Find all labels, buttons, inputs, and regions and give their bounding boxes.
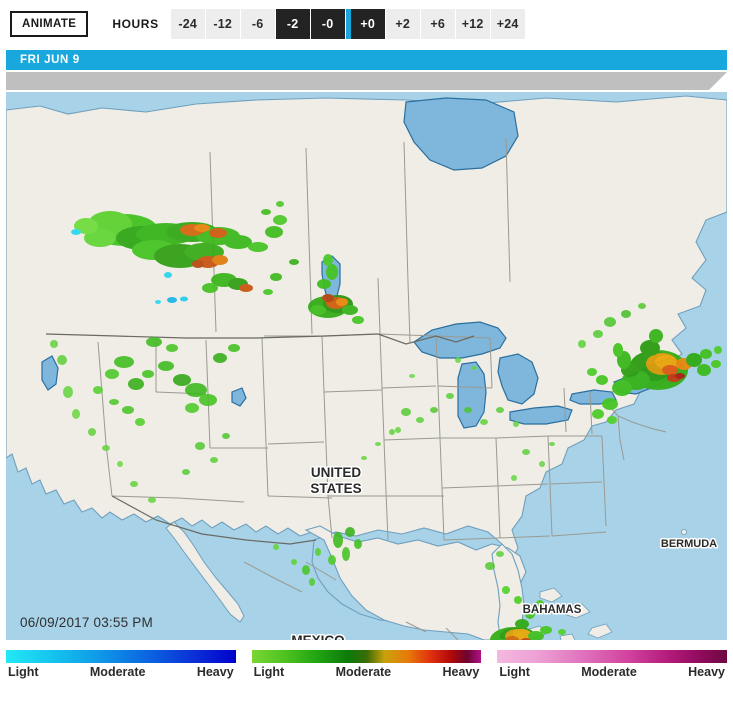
map-svg: UNITED STATES MEXICO BERMUDA BAHAMAS CUB… [6, 92, 727, 640]
legend-rain: Light Moderate Heavy [251, 650, 482, 679]
timeline-playhead-marker[interactable] [709, 72, 727, 90]
label-bermuda: BERMUDA [661, 538, 717, 550]
legend-snow-heavy: Heavy [196, 665, 234, 679]
hour-button-plus-24[interactable]: +24 [490, 9, 526, 39]
legend-rain-moderate: Moderate [335, 665, 392, 679]
legend-rain-gradient [251, 650, 482, 663]
legend-rain-light: Light [253, 665, 285, 679]
date-banner-text: FRI JUN 9 [20, 54, 80, 66]
radar-toolbar: ANIMATE HOURS -24 -12 -6 -2 -0 +0 +2 +6 … [0, 0, 733, 48]
label-united: UNITED [311, 465, 362, 480]
legend-mix: Light Moderate Heavy [497, 650, 728, 679]
legend-rain-heavy: Heavy [442, 665, 480, 679]
hour-button-minus-24[interactable]: -24 [170, 9, 206, 39]
legend-mix-labels: Light Moderate Heavy [497, 665, 727, 679]
radar-map-canvas[interactable]: UNITED STATES MEXICO BERMUDA BAHAMAS CUB… [6, 92, 727, 640]
legend-snow-moderate: Moderate [89, 665, 146, 679]
hour-button-plus-0[interactable]: +0 [350, 9, 386, 39]
label-bahamas: BAHAMAS [523, 604, 582, 616]
radar-map-app: ANIMATE HOURS -24 -12 -6 -2 -0 +0 +2 +6 … [0, 0, 733, 701]
hour-button-minus-12[interactable]: -12 [205, 9, 241, 39]
legend-snow-light: Light [8, 665, 39, 679]
legend-mix-heavy: Heavy [688, 665, 725, 679]
hour-button-minus-6[interactable]: -6 [240, 9, 276, 39]
hour-button-plus-6[interactable]: +6 [420, 9, 456, 39]
radar-legend: Light Moderate Heavy Light Moderate Heav… [6, 650, 728, 679]
hour-button-minus-2[interactable]: -2 [275, 9, 311, 39]
hour-offset-strip: -24 -12 -6 -2 -0 +0 +2 +6 +12 +24 [170, 9, 526, 39]
date-banner: FRI JUN 9 [6, 50, 727, 70]
hour-button-plus-12[interactable]: +12 [455, 9, 491, 39]
legend-snow: Light Moderate Heavy [6, 650, 236, 679]
label-states: STATES [310, 481, 361, 496]
legend-mix-moderate: Moderate [581, 665, 637, 679]
legend-rain-labels: Light Moderate Heavy [252, 665, 482, 679]
timeline-scrubber[interactable] [6, 72, 727, 90]
label-mexico: MEXICO [291, 633, 344, 640]
hour-button-plus-2[interactable]: +2 [385, 9, 421, 39]
legend-snow-labels: Light Moderate Heavy [6, 665, 236, 679]
animate-button[interactable]: ANIMATE [10, 10, 89, 38]
hours-label: HOURS [112, 17, 159, 31]
hour-button-minus-0[interactable]: -0 [310, 9, 346, 39]
legend-mix-light: Light [499, 665, 530, 679]
legend-snow-gradient [6, 650, 236, 663]
legend-mix-gradient [497, 650, 728, 663]
